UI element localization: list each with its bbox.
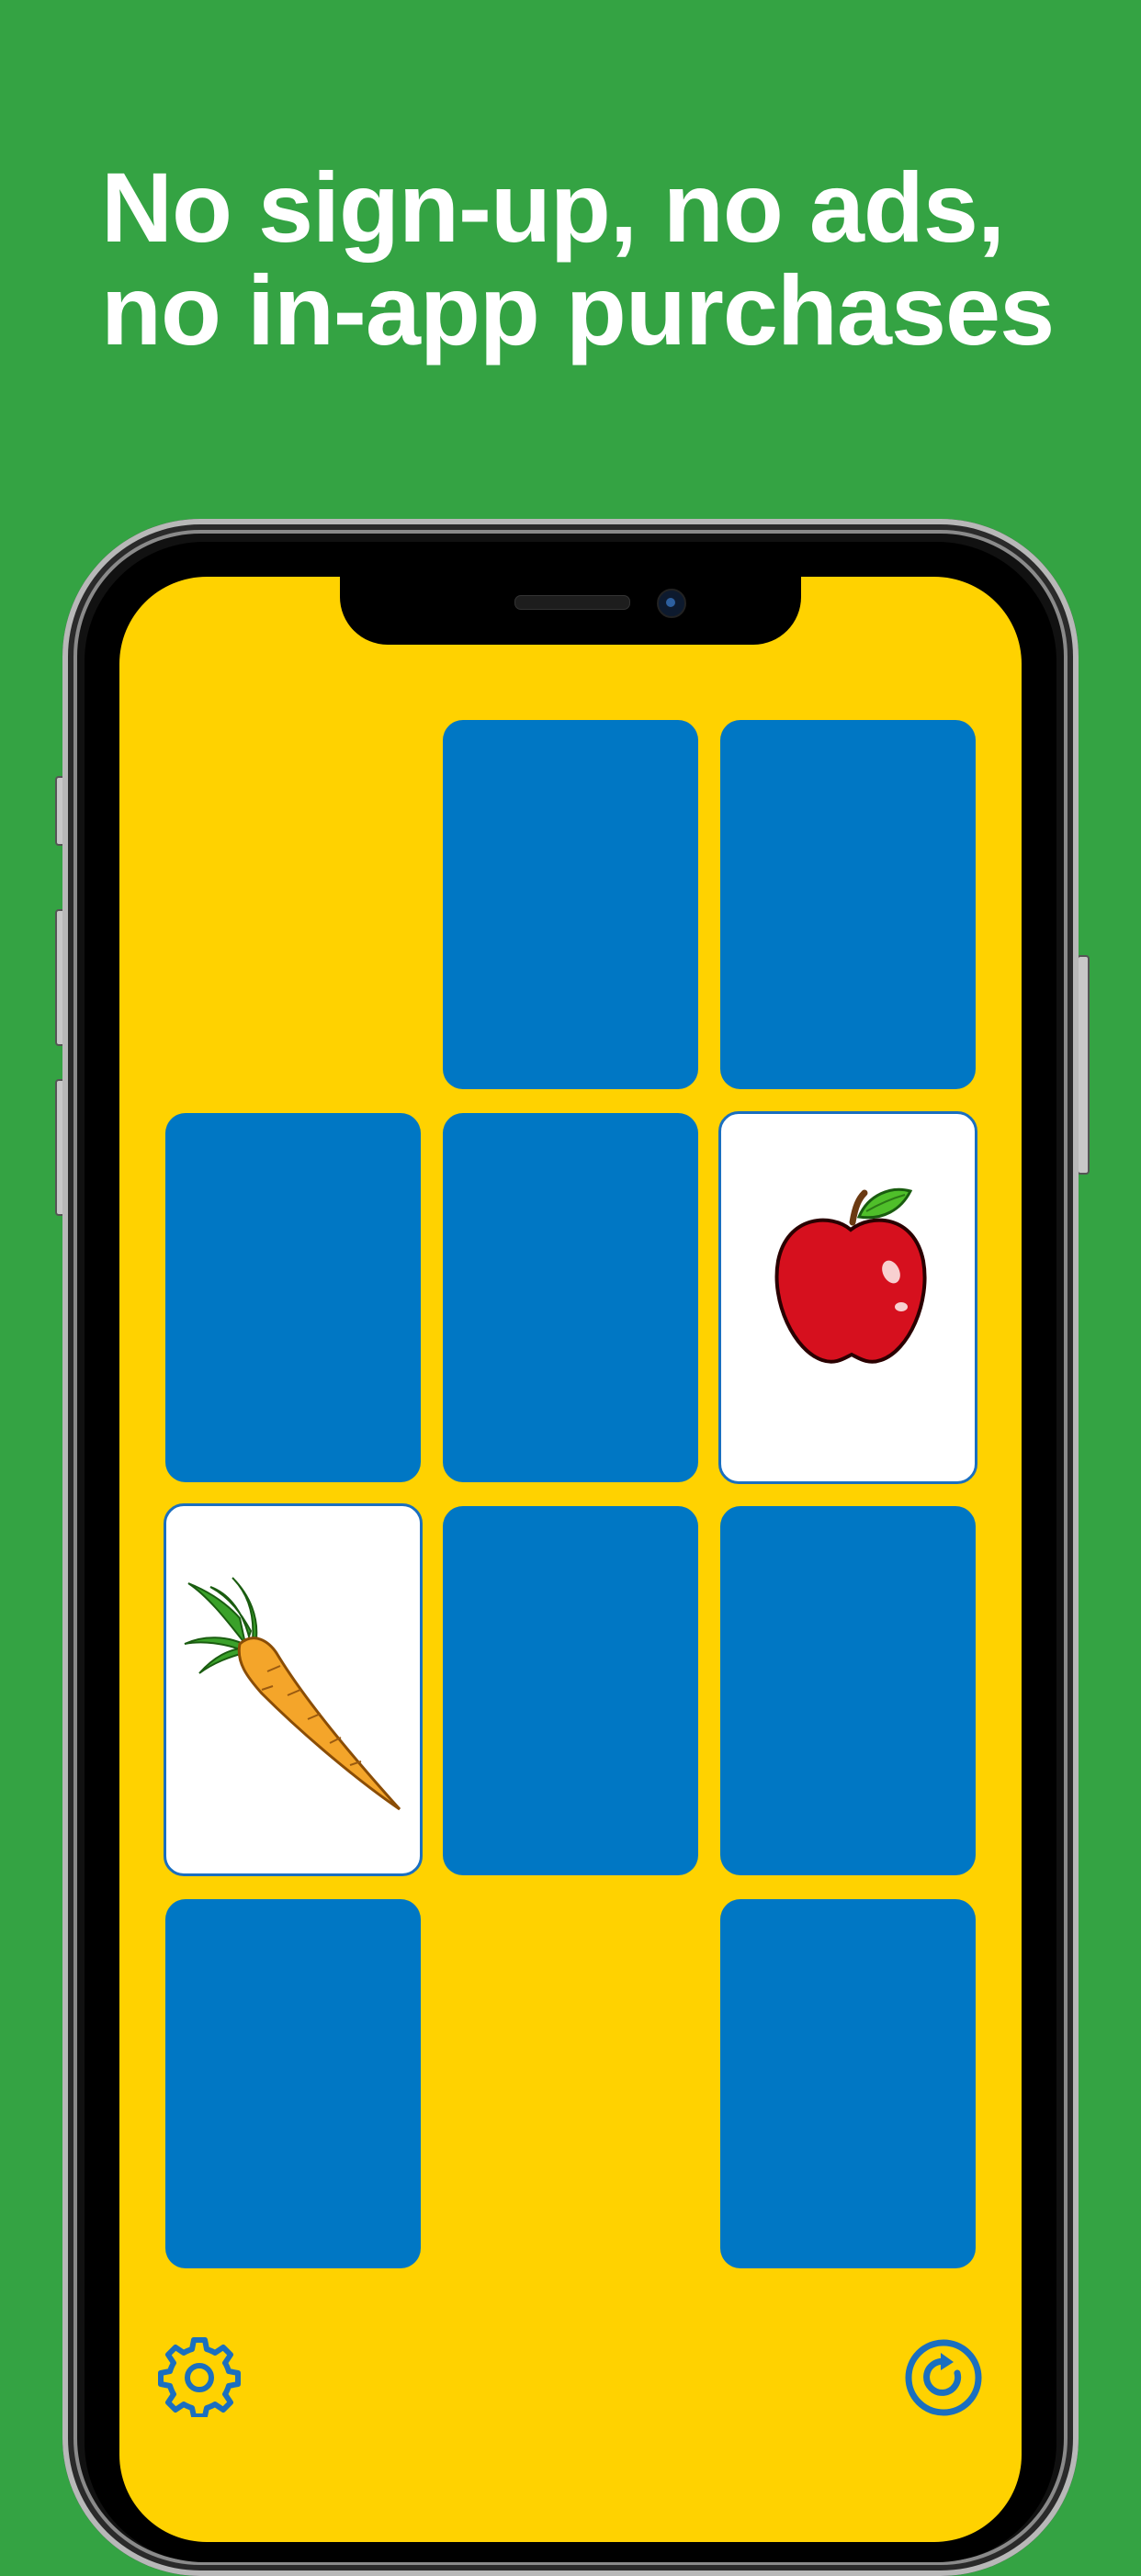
gear-icon: [158, 2337, 241, 2419]
memory-card-face-down[interactable]: [443, 1506, 698, 1875]
restart-icon: [905, 2339, 982, 2416]
memory-card-face-down[interactable]: [720, 720, 976, 1089]
restart-button[interactable]: [902, 2336, 985, 2419]
memory-card-face-down[interactable]: [720, 1506, 976, 1875]
memory-card-face-down[interactable]: [720, 1899, 976, 2268]
headline-line-1: No sign-up, no ads,: [101, 152, 1005, 263]
phone-notch: [340, 577, 801, 645]
phone-power-button: [1077, 955, 1090, 1175]
memory-card-carrot[interactable]: [164, 1503, 423, 1876]
headline: No sign-up, no ads, no in-app purchases: [101, 156, 1093, 362]
headline-line-2: no in-app purchases: [101, 254, 1055, 366]
front-camera: [657, 589, 686, 618]
memory-card-face-down[interactable]: [165, 1113, 421, 1482]
memory-card-face-down[interactable]: [443, 1113, 698, 1482]
carrot-icon: [184, 1577, 401, 1811]
phone-speaker: [514, 595, 630, 610]
settings-button[interactable]: [158, 2334, 241, 2419]
apple-icon: [774, 1187, 927, 1364]
memory-card-face-down[interactable]: [165, 1899, 421, 2268]
memory-card-apple[interactable]: [718, 1111, 977, 1484]
memory-card-face-down[interactable]: [443, 720, 698, 1089]
